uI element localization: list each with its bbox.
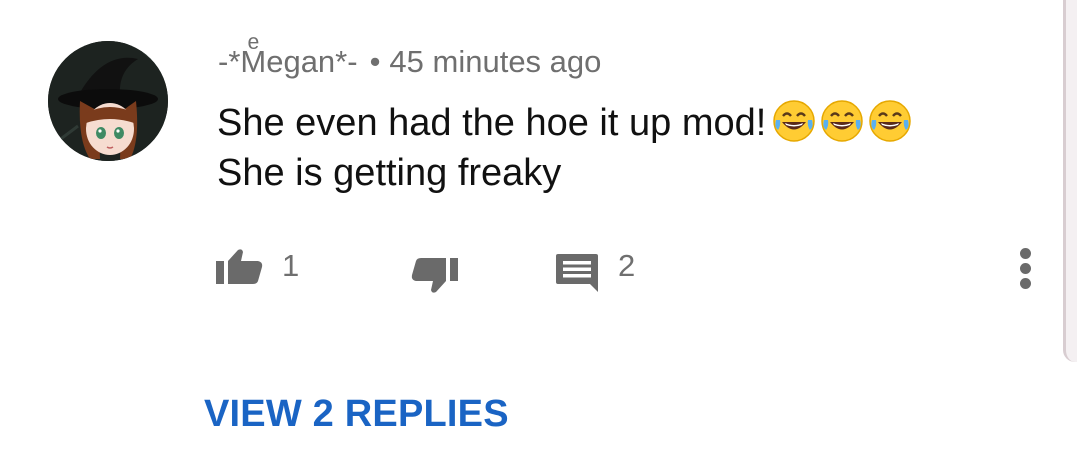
reply-count: 2 <box>618 248 636 283</box>
more-vertical-icon[interactable] <box>1010 248 1040 290</box>
author-name[interactable]: -*Mͤegan*- <box>218 44 358 79</box>
laughing-tears-emoji-icon <box>869 100 912 142</box>
laughing-tears-emoji-icon <box>821 100 864 142</box>
like-count: 1 <box>282 248 300 283</box>
comment-text-line-2: She is getting freaky <box>217 152 562 194</box>
thumbs-down-icon[interactable] <box>410 258 458 296</box>
comment-icon[interactable] <box>556 254 598 292</box>
avatar-image <box>48 41 168 161</box>
comment-meta: -*Mͤegan*- • 45 minutes ago <box>218 43 601 81</box>
laughing-tears-emoji-icon <box>773 100 816 142</box>
comment-text-line-1-content: She even had the hoe it up mod! <box>217 102 767 144</box>
comment-card: -*Mͤegan*- • 45 minutes ago She even had t… <box>0 0 1077 459</box>
meta-separator: • <box>369 44 381 79</box>
comment-text: She even had the hoe it up mod! She is g… <box>217 98 912 198</box>
thumbs-up-icon[interactable] <box>216 248 264 284</box>
comment-text-line-1: She even had the hoe it up mod! <box>217 98 912 148</box>
timestamp: 45 minutes ago <box>389 44 602 79</box>
avatar[interactable] <box>48 41 168 161</box>
scrollbar[interactable] <box>1063 0 1077 362</box>
view-replies-button[interactable]: VIEW 2 REPLIES <box>204 392 509 436</box>
